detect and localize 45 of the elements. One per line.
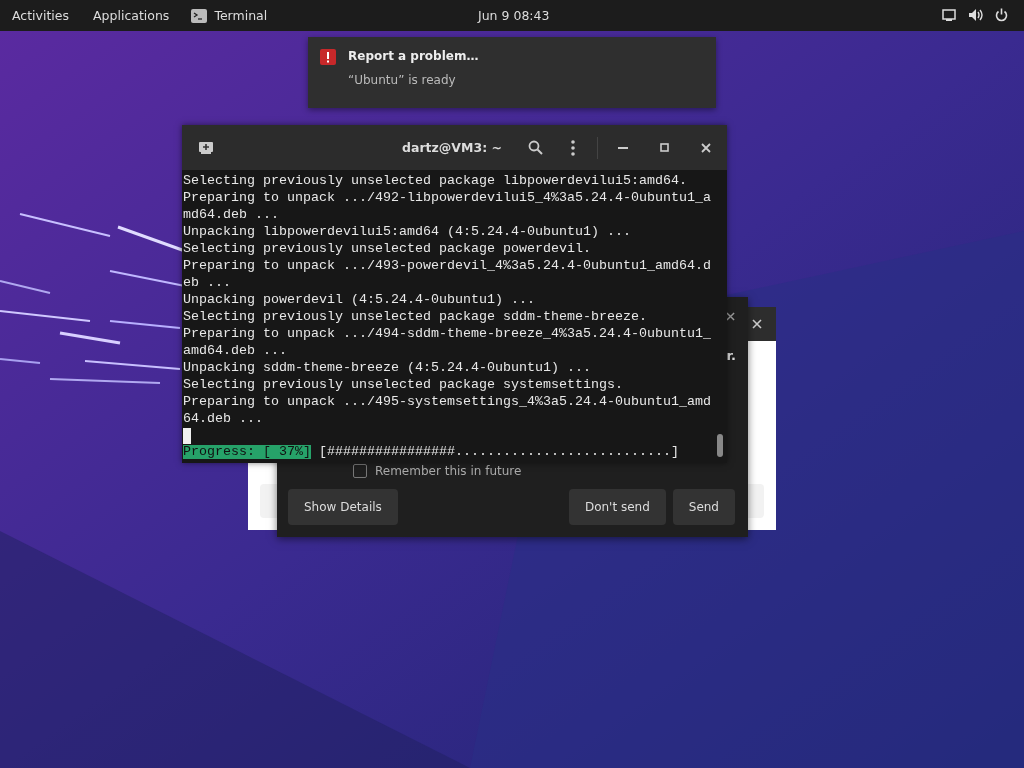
scrollbar-thumb[interactable]: [717, 434, 723, 457]
terminal-line: md64.deb ...: [183, 206, 280, 223]
dialog-button[interactable]: Show Details: [288, 489, 398, 525]
checkbox[interactable]: [353, 464, 367, 478]
text-cursor: [183, 428, 191, 444]
menu-icon[interactable]: [571, 139, 575, 156]
terminal-line: 64.deb ...: [183, 410, 264, 427]
close-icon[interactable]: [752, 319, 762, 329]
checkbox-label: Remember this in future: [375, 464, 522, 478]
applications-menu[interactable]: Applications: [81, 8, 182, 23]
terminal-line: Unpacking sddm-theme-breeze (4:5.24.4-0ubuntu1) ...: [183, 359, 592, 376]
terminal-line: Selecting previously unselected package libpowerdevilui5:amd64.: [183, 172, 688, 189]
terminal-icon: [191, 8, 208, 23]
dialog-text: r.: [726, 348, 736, 363]
terminal-line: Selecting previously unselected package systemsettings.: [183, 376, 624, 393]
terminal-line: Preparing to unpack .../494-sddm-theme-breeze_4%3a5.24.4-0ubuntu1_: [183, 325, 712, 342]
terminal-line: Preparing to unpack .../492-libpowerdevilui5_4%3a5.24.4-0ubuntu1_a: [183, 189, 712, 206]
new-tab-icon[interactable]: [198, 140, 214, 155]
progress-text: [################...........................]: [319, 445, 679, 459]
terminal-line: Preparing to unpack .../495-systemsettings_4%3a5.24.4-0ubuntu1_amd: [183, 393, 712, 410]
power-icon[interactable]: [995, 8, 1008, 22]
search-icon[interactable]: [528, 140, 543, 155]
warning-icon: [320, 49, 336, 65]
close-icon[interactable]: [701, 142, 711, 153]
volume-icon[interactable]: [968, 8, 983, 22]
terminal-line: Selecting previously unselected package powerdevil.: [183, 240, 592, 257]
app-menu[interactable]: Terminal: [191, 8, 268, 23]
window-title: dartz@VM3: ~: [402, 140, 502, 155]
terminal-line: amd64.deb ...: [183, 342, 288, 359]
activities-button[interactable]: Activities: [0, 8, 82, 23]
notification-text: “Ubuntu” is ready: [348, 73, 457, 87]
maximize-icon[interactable]: [660, 143, 669, 152]
terminal-line: Unpacking libpowerdevilui5:amd64 (4:5.24.4-0ubuntu1) ...: [183, 223, 632, 240]
minimize-icon[interactable]: [618, 146, 628, 149]
dialog-button[interactable]: Send: [672, 489, 735, 525]
terminal-line: eb ...: [183, 274, 232, 291]
clock[interactable]: Jun 9 08:43: [478, 8, 550, 23]
progress-label: Progress: [ 37%]: [183, 445, 311, 459]
terminal-line: Unpacking powerdevil (4:5.24.4-0ubuntu1) ...: [183, 291, 536, 308]
dialog-button[interactable]: Don't send: [568, 489, 666, 525]
notification-banner[interactable]: Report a problem… “Ubuntu” is ready: [308, 37, 716, 108]
close-icon[interactable]: [726, 312, 735, 321]
terminal-line: Preparing to unpack .../493-powerdevil_4%3a5.24.4-0ubuntu1_amd64.d: [183, 257, 712, 274]
terminal-line: Selecting previously unselected package sddm-theme-breeze.: [183, 308, 648, 325]
notification-title: Report a problem…: [348, 49, 479, 63]
